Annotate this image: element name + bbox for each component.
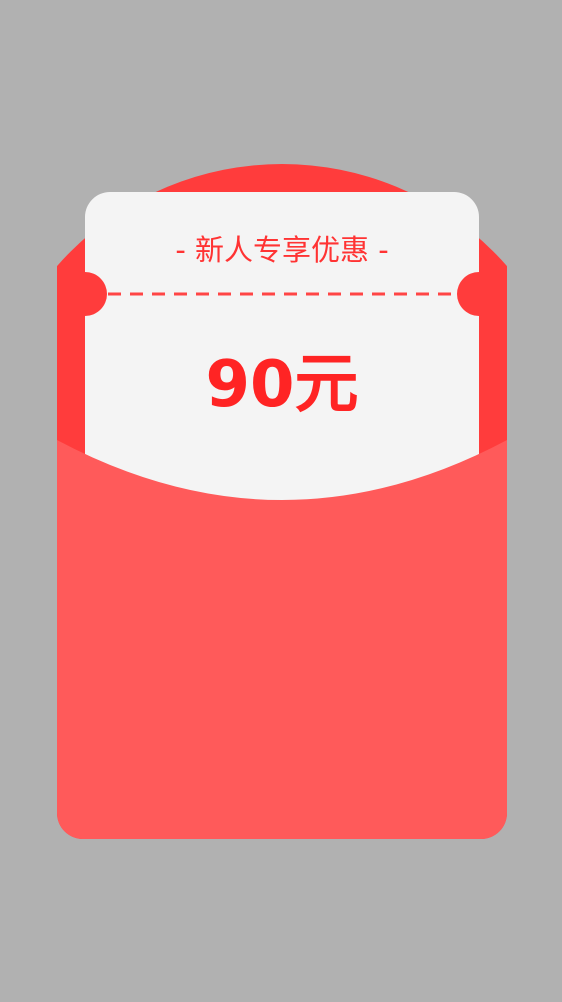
coupon-title: - 新人专享优惠 - <box>175 233 389 267</box>
envelope-graphic <box>57 164 507 839</box>
coupon-amount: 90元 <box>205 348 359 422</box>
